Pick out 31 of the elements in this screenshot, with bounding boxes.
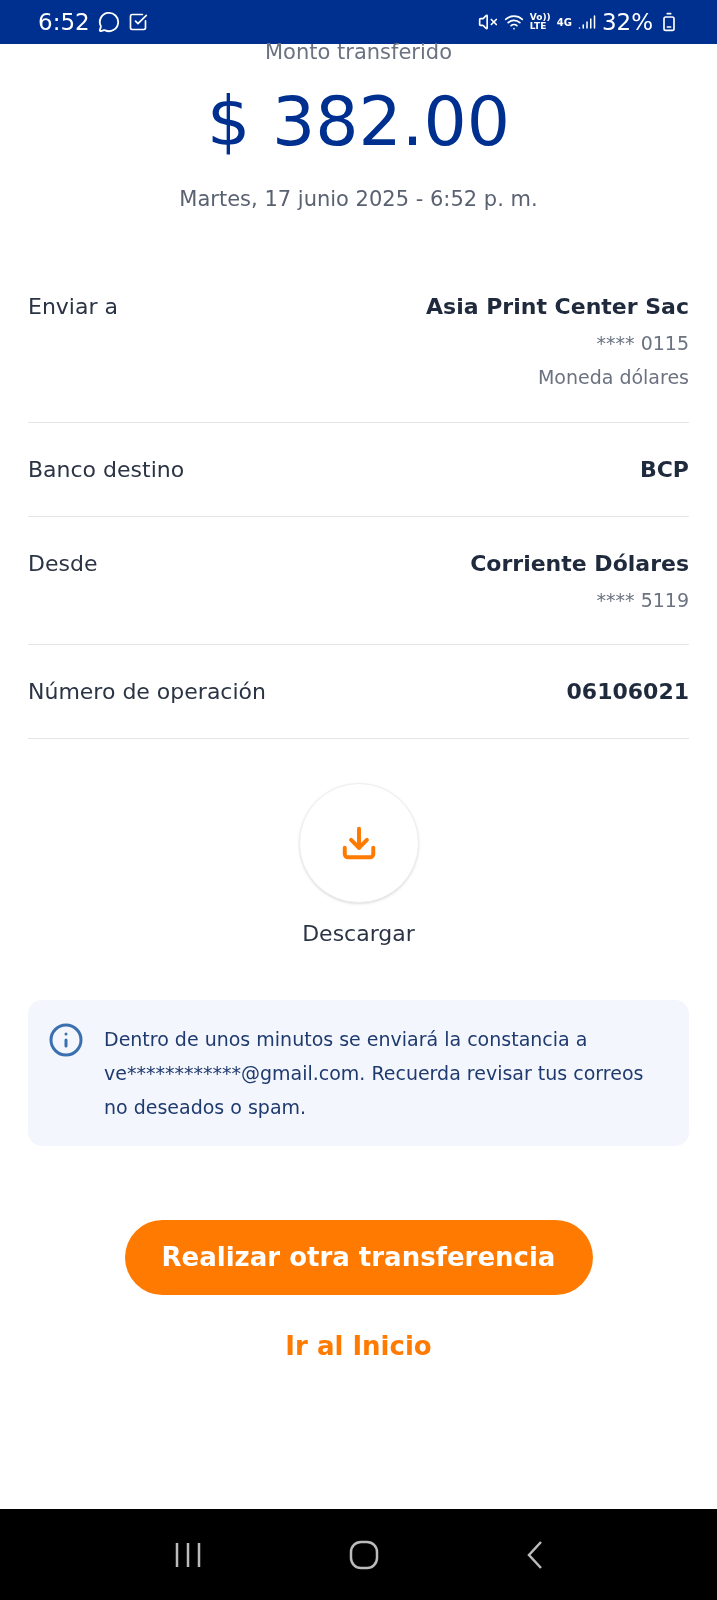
detail-value: Corriente Dólares: [470, 549, 689, 578]
battery-percent: 32%: [601, 7, 653, 37]
lte-label: LTE: [529, 22, 547, 31]
home-icon[interactable]: [348, 1539, 379, 1570]
detail-subvalue: **** 5119: [596, 587, 689, 613]
volte-label: Vo)): [529, 13, 551, 22]
chat-icon: [97, 11, 120, 33]
detail-subvalue: **** 0115: [596, 330, 689, 356]
date-time: Martes, 17 junio 2025 - 6:52 p. m.: [179, 186, 538, 213]
amount: $ 382.00: [207, 82, 510, 162]
detail-label: Enviar a: [28, 292, 118, 321]
detail-value: Asia Print Center Sac: [426, 292, 689, 321]
detail-label: Número de operación: [28, 678, 266, 706]
clock: 6:52: [38, 7, 90, 37]
notice-text: Dentro de unos minutos se enviará la constancia a ve************@gmail.com. Recuerda revisar tus correos no deseados o spam.: [104, 1027, 645, 1120]
mute-icon: [477, 12, 498, 32]
signal-icon: [577, 13, 596, 31]
detail-value: 06106021: [566, 678, 689, 706]
download-label: Descargar: [302, 920, 415, 948]
network-label: 4G: [556, 15, 572, 30]
recent-apps-icon[interactable]: [173, 1541, 202, 1568]
amount-label: Monto transferido: [265, 42, 452, 62]
new-transfer-button[interactable]: Realizar otra transferencia: [124, 1220, 593, 1295]
back-icon[interactable]: [525, 1539, 544, 1570]
detail-subvalue: Moneda dólares: [537, 365, 689, 390]
detail-value: BCP: [639, 455, 689, 484]
detail-label: Banco destino: [28, 455, 185, 484]
checkbox-icon: [127, 12, 148, 32]
home-link[interactable]: Ir al Inicio: [285, 1327, 432, 1366]
detail-label: Desde: [28, 549, 98, 578]
info-icon: [48, 1022, 84, 1058]
